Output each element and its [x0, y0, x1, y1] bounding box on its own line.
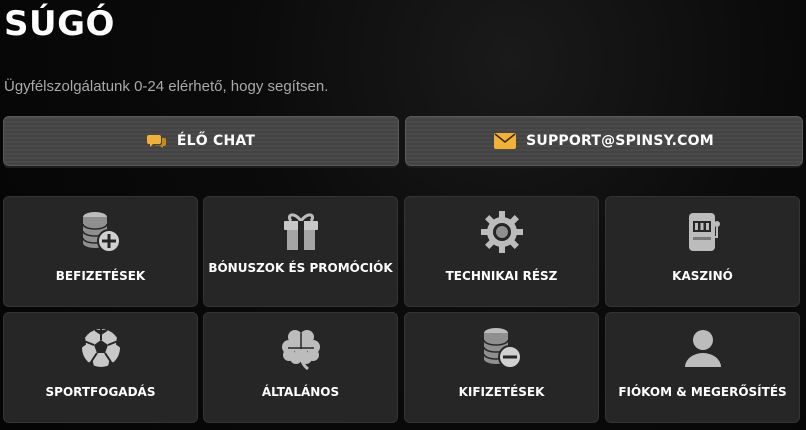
category-label: SPORTFOGADÁS	[45, 385, 156, 399]
gear-icon	[480, 211, 523, 253]
coins-plus-icon	[81, 212, 121, 253]
envelope-icon	[494, 133, 517, 149]
chat-bubble-icon	[146, 135, 166, 148]
category-withdrawals[interactable]: KIFIZETÉSEK	[404, 312, 599, 423]
category-deposits[interactable]: BEFIZETÉSEK	[3, 196, 198, 307]
page-subtitle: Ügyfélszolgálatunk 0-24 elérhető, hogy s…	[4, 78, 329, 95]
category-label: KIFIZETÉSEK	[458, 385, 545, 399]
soccer-ball-icon	[79, 329, 122, 368]
category-label: BEFIZETÉSEK	[55, 269, 146, 283]
user-icon	[684, 330, 721, 367]
page-title: SÚGÓ	[4, 4, 115, 44]
category-label: KASZINÓ	[672, 269, 733, 283]
category-account-verification[interactable]: FIÓKOM & MEGERŐSÍTÉS	[605, 312, 800, 423]
category-label: ÁLTALÁNOS	[261, 385, 340, 399]
category-label: BÓNUSZOK ÉS PROMÓCIÓK	[208, 261, 393, 275]
category-casino[interactable]: KASZINÓ	[605, 196, 800, 307]
live-chat-button[interactable]: ÉLŐ CHAT	[3, 116, 399, 166]
coins-minus-icon	[482, 328, 522, 369]
clover-icon	[281, 330, 320, 371]
category-label: TECHNIKAI RÉSZ	[445, 269, 558, 283]
live-chat-label: ÉLŐ CHAT	[176, 133, 256, 149]
category-bonuses[interactable]: BÓNUSZOK ÉS PROMÓCIÓK	[203, 196, 398, 307]
support-email-button[interactable]: SUPPORT@SPINSY.COM	[405, 116, 803, 166]
support-email-label: SUPPORT@SPINSY.COM	[526, 133, 714, 149]
gift-icon	[283, 213, 318, 250]
category-sports-betting[interactable]: SPORTFOGADÁS	[3, 312, 198, 423]
category-general[interactable]: ÁLTALÁNOS	[203, 312, 398, 423]
category-label: FIÓKOM & MEGERŐSÍTÉS	[618, 385, 787, 399]
category-technical[interactable]: TECHNIKAI RÉSZ	[404, 196, 599, 307]
slot-machine-icon	[688, 213, 720, 251]
